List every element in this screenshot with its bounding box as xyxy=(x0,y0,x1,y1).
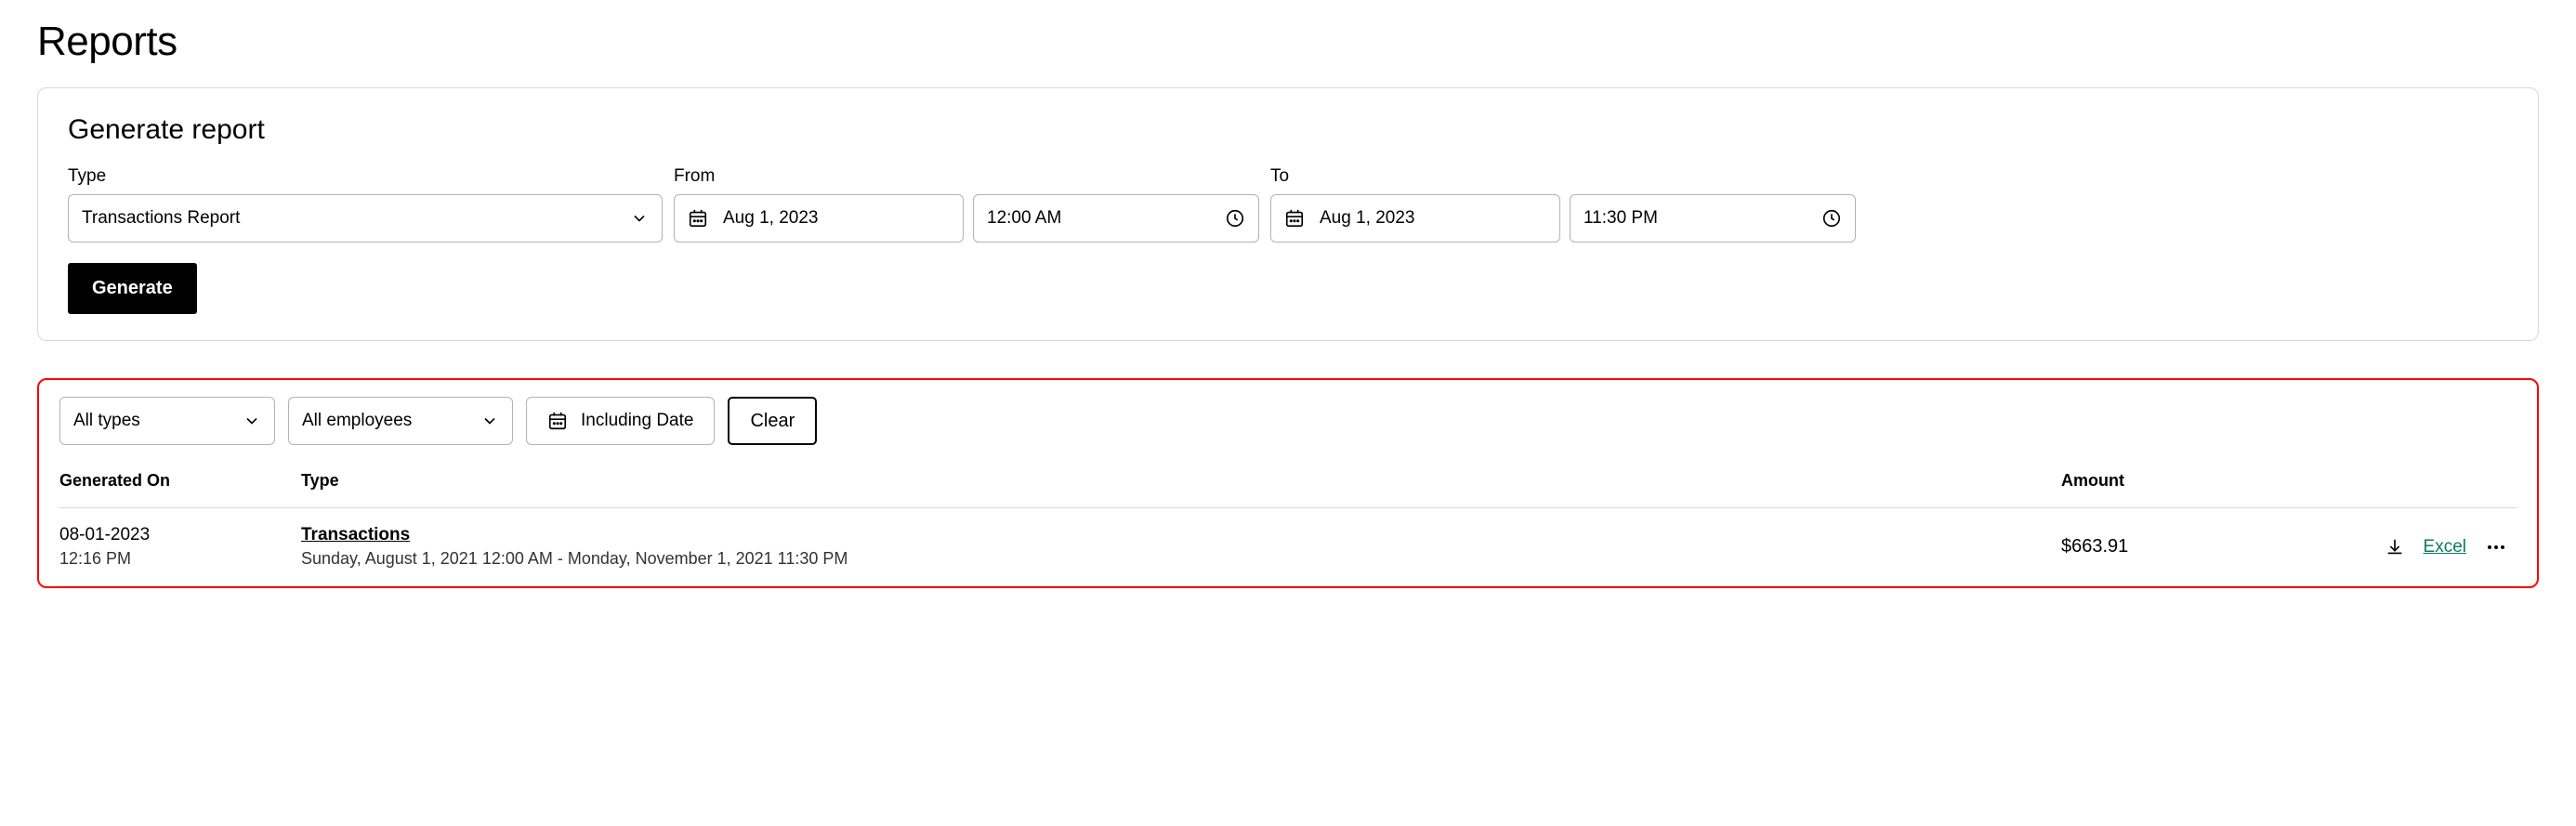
reports-table: Generated On Type Amount 08-01-2023 12:1… xyxy=(59,471,2517,586)
type-group: Type Transactions Report xyxy=(68,166,663,243)
row-amount: $663.91 xyxy=(2061,536,2128,557)
including-date-label: Including Date xyxy=(581,411,693,431)
row-type-link[interactable]: Transactions xyxy=(301,525,410,544)
clear-button[interactable]: Clear xyxy=(728,397,817,445)
results-card: All types All employees Including Date C… xyxy=(37,378,2539,588)
col-header-generated-on: Generated On xyxy=(59,471,301,491)
including-date-button[interactable]: Including Date xyxy=(526,397,715,445)
to-date-input[interactable]: Aug 1, 2023 xyxy=(1270,194,1560,243)
to-date-value: Aug 1, 2023 xyxy=(1320,208,1546,229)
card-title: Generate report xyxy=(68,114,2508,146)
chevron-down-icon xyxy=(480,412,499,430)
cell-amount: $663.91 xyxy=(2061,536,2303,557)
from-time-value: 12:00 AM xyxy=(987,208,1225,229)
from-time-input[interactable]: 12:00 AM xyxy=(973,194,1259,243)
calendar-icon xyxy=(547,411,568,431)
excel-link[interactable]: Excel xyxy=(2424,537,2466,557)
filter-bar: All types All employees Including Date C… xyxy=(59,397,2517,445)
type-select[interactable]: Transactions Report xyxy=(68,194,663,243)
download-icon[interactable] xyxy=(2385,537,2405,557)
filter-employee-select[interactable]: All employees xyxy=(288,397,513,445)
filter-employee-value: All employees xyxy=(302,411,425,431)
from-date-value: Aug 1, 2023 xyxy=(723,208,950,229)
page-title: Reports xyxy=(37,19,2539,65)
col-header-amount: Amount xyxy=(2061,471,2303,491)
col-header-actions xyxy=(2303,471,2517,491)
type-label: Type xyxy=(68,166,663,187)
chevron-down-icon xyxy=(243,412,261,430)
filter-type-select[interactable]: All types xyxy=(59,397,275,445)
to-label: To xyxy=(1270,166,1856,187)
from-label: From xyxy=(674,166,1259,187)
calendar-icon xyxy=(688,208,708,229)
cell-actions: Excel xyxy=(2303,536,2517,558)
generate-button[interactable]: Generate xyxy=(68,263,197,314)
row-time: 12:16 PM xyxy=(59,549,301,569)
filter-type-value: All types xyxy=(73,411,187,431)
clock-icon xyxy=(1821,208,1842,229)
to-time-value: 11:30 PM xyxy=(1584,208,1821,229)
table-row: 08-01-2023 12:16 PM Transactions Sunday,… xyxy=(59,508,2517,586)
to-group: To Aug 1, 2023 11:30 PM xyxy=(1270,166,1856,243)
clock-icon xyxy=(1225,208,1245,229)
chevron-down-icon xyxy=(630,209,649,228)
cell-type: Transactions Sunday, August 1, 2021 12:0… xyxy=(301,525,2061,569)
generate-report-card: Generate report Type Transactions Report… xyxy=(37,87,2539,341)
more-icon[interactable] xyxy=(2485,536,2507,558)
from-date-input[interactable]: Aug 1, 2023 xyxy=(674,194,964,243)
form-row: Type Transactions Report From Aug 1, 202… xyxy=(68,166,2508,243)
row-date: 08-01-2023 xyxy=(59,525,301,545)
table-header: Generated On Type Amount xyxy=(59,471,2517,508)
type-value: Transactions Report xyxy=(82,208,240,229)
to-time-input[interactable]: 11:30 PM xyxy=(1570,194,1856,243)
row-type-range: Sunday, August 1, 2021 12:00 AM - Monday… xyxy=(301,549,2061,569)
col-header-type: Type xyxy=(301,471,2061,491)
calendar-icon xyxy=(1284,208,1305,229)
from-group: From Aug 1, 2023 12:00 AM xyxy=(674,166,1259,243)
cell-generated: 08-01-2023 12:16 PM xyxy=(59,525,301,569)
